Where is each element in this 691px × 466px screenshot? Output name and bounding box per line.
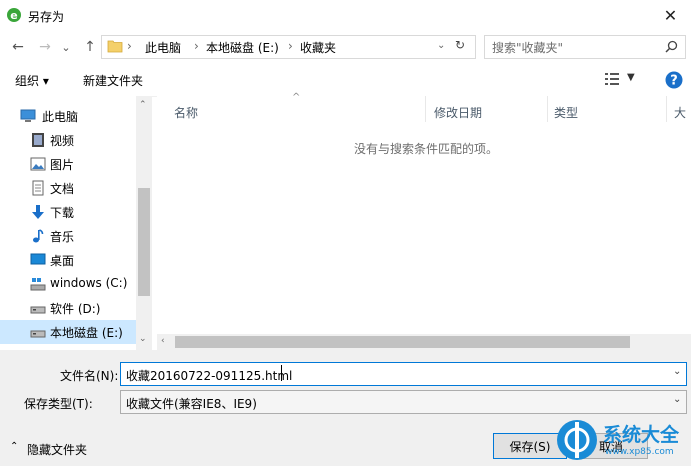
svg-text:e: e	[10, 9, 17, 22]
scroll-left-icon[interactable]: ‹	[161, 336, 165, 346]
sidebar-item-drive-d[interactable]: 软件 (D:)	[0, 296, 150, 320]
new-folder-button[interactable]: 新建文件夹	[83, 72, 143, 89]
filetype-value: 收藏文件(兼容IE8、IE9)	[126, 397, 257, 411]
filetype-dropdown-icon[interactable]: ⌄	[673, 394, 681, 405]
column-divider[interactable]	[666, 96, 667, 122]
filetype-label: 保存类型(T):	[24, 397, 93, 411]
hide-folders-button[interactable]: 隐藏文件夹	[27, 441, 87, 458]
back-button[interactable]: ←	[8, 38, 28, 56]
sidebar-item-drive-e[interactable]: 本地磁盘 (E:)	[0, 320, 150, 344]
sidebar-item-pictures[interactable]: 图片	[0, 152, 150, 176]
watermark-logo-icon	[557, 420, 597, 460]
forward-button[interactable]: →	[35, 38, 55, 56]
svg-text:?: ?	[670, 74, 678, 89]
sidebar-item-desktop[interactable]: 桌面	[0, 248, 150, 272]
breadcrumb-favorites[interactable]: 收藏夹	[300, 39, 336, 56]
desktop-icon	[30, 253, 46, 265]
history-dropdown[interactable]: ⌄	[60, 38, 72, 56]
search-icon[interactable]	[665, 40, 678, 53]
filename-input[interactable]: 收藏20160722-091125.html ⌄	[120, 362, 687, 386]
watermark-text: 系统大全	[603, 424, 680, 446]
navigation-pane: 此电脑 视频 图片 文档 下载 音乐 桌面 windows (C:) 软件 (D…	[0, 96, 152, 350]
filename-dropdown-icon[interactable]: ⌄	[673, 366, 681, 377]
empty-message: 没有与搜索条件匹配的项。	[354, 142, 499, 156]
video-icon	[32, 133, 44, 147]
breadcrumb-sep: ›	[288, 39, 293, 53]
sidebar-item-videos[interactable]: 视频	[0, 128, 150, 152]
filename-label: 文件名(N):	[60, 369, 119, 383]
folder-icon	[107, 40, 123, 53]
breadcrumb-this-pc[interactable]: 此电脑	[145, 39, 181, 56]
help-icon[interactable]: ?	[665, 71, 683, 89]
view-dropdown-icon[interactable]: ▼	[627, 72, 635, 83]
watermark-url: www.xp85.com	[605, 447, 674, 457]
text-cursor	[281, 365, 282, 381]
scroll-down-icon[interactable]: ⌄	[139, 334, 147, 344]
chevron-up-icon[interactable]: ⌃	[10, 441, 18, 452]
column-size[interactable]: 大	[674, 104, 686, 121]
music-icon	[33, 229, 44, 243]
search-box[interactable]: 搜索"收藏夹"	[484, 35, 686, 59]
drive-icon	[30, 306, 46, 314]
horizontal-scrollbar[interactable]: ‹	[157, 334, 691, 350]
search-placeholder: 搜索"收藏夹"	[492, 41, 564, 55]
sidebar-item-drive-c[interactable]: windows (C:)	[0, 272, 150, 296]
up-button[interactable]: ↑	[80, 38, 100, 56]
breadcrumb-sep: ›	[194, 39, 199, 53]
sort-indicator-icon: ^	[292, 92, 301, 103]
picture-icon	[30, 157, 46, 171]
address-bar[interactable]: › 此电脑 › 本地磁盘 (E:) › 收藏夹 ⌄ ↻	[101, 35, 476, 59]
watermark: 系统大全 www.xp85.com	[555, 414, 691, 466]
organize-button[interactable]: 组织 ▾	[15, 72, 49, 89]
column-name[interactable]: 名称	[174, 104, 198, 121]
column-divider[interactable]	[425, 96, 426, 122]
window-title: 另存为	[28, 10, 65, 24]
sidebar-item-this-pc[interactable]: 此电脑	[0, 104, 150, 128]
hscroll-thumb[interactable]	[175, 336, 630, 348]
address-dropdown-icon[interactable]: ⌄	[437, 40, 445, 51]
drive-icon	[30, 330, 46, 338]
ie-app-icon: e	[7, 8, 21, 22]
column-type[interactable]: 类型	[554, 104, 578, 121]
filename-value: 收藏20160722-091125.html	[126, 369, 293, 383]
computer-icon	[20, 109, 36, 122]
sidebar-item-documents[interactable]: 文档	[0, 176, 150, 200]
download-icon	[32, 205, 44, 219]
scroll-up-icon[interactable]: ⌃	[139, 100, 147, 110]
breadcrumb-sep: ›	[127, 39, 132, 53]
view-options-icon[interactable]	[604, 72, 620, 86]
sidebar-item-music[interactable]: 音乐	[0, 224, 150, 248]
file-list[interactable]: ^ 名称 修改日期 类型 大 没有与搜索条件匹配的项。	[157, 92, 691, 350]
column-divider[interactable]	[547, 96, 548, 122]
close-button[interactable]: ✕	[650, 0, 691, 30]
sidebar-item-downloads[interactable]: 下载	[0, 200, 150, 224]
filetype-select[interactable]: 收藏文件(兼容IE8、IE9) ⌄	[120, 390, 687, 414]
nav-scrollbar[interactable]: ⌃ ⌄	[136, 96, 152, 350]
breadcrumb-drive-e[interactable]: 本地磁盘 (E:)	[206, 39, 279, 56]
refresh-icon[interactable]: ↻	[455, 38, 465, 52]
document-icon	[32, 180, 44, 196]
column-modified[interactable]: 修改日期	[434, 104, 482, 121]
scroll-thumb[interactable]	[138, 188, 150, 296]
title-bar	[0, 0, 691, 30]
drive-icon	[30, 278, 46, 291]
